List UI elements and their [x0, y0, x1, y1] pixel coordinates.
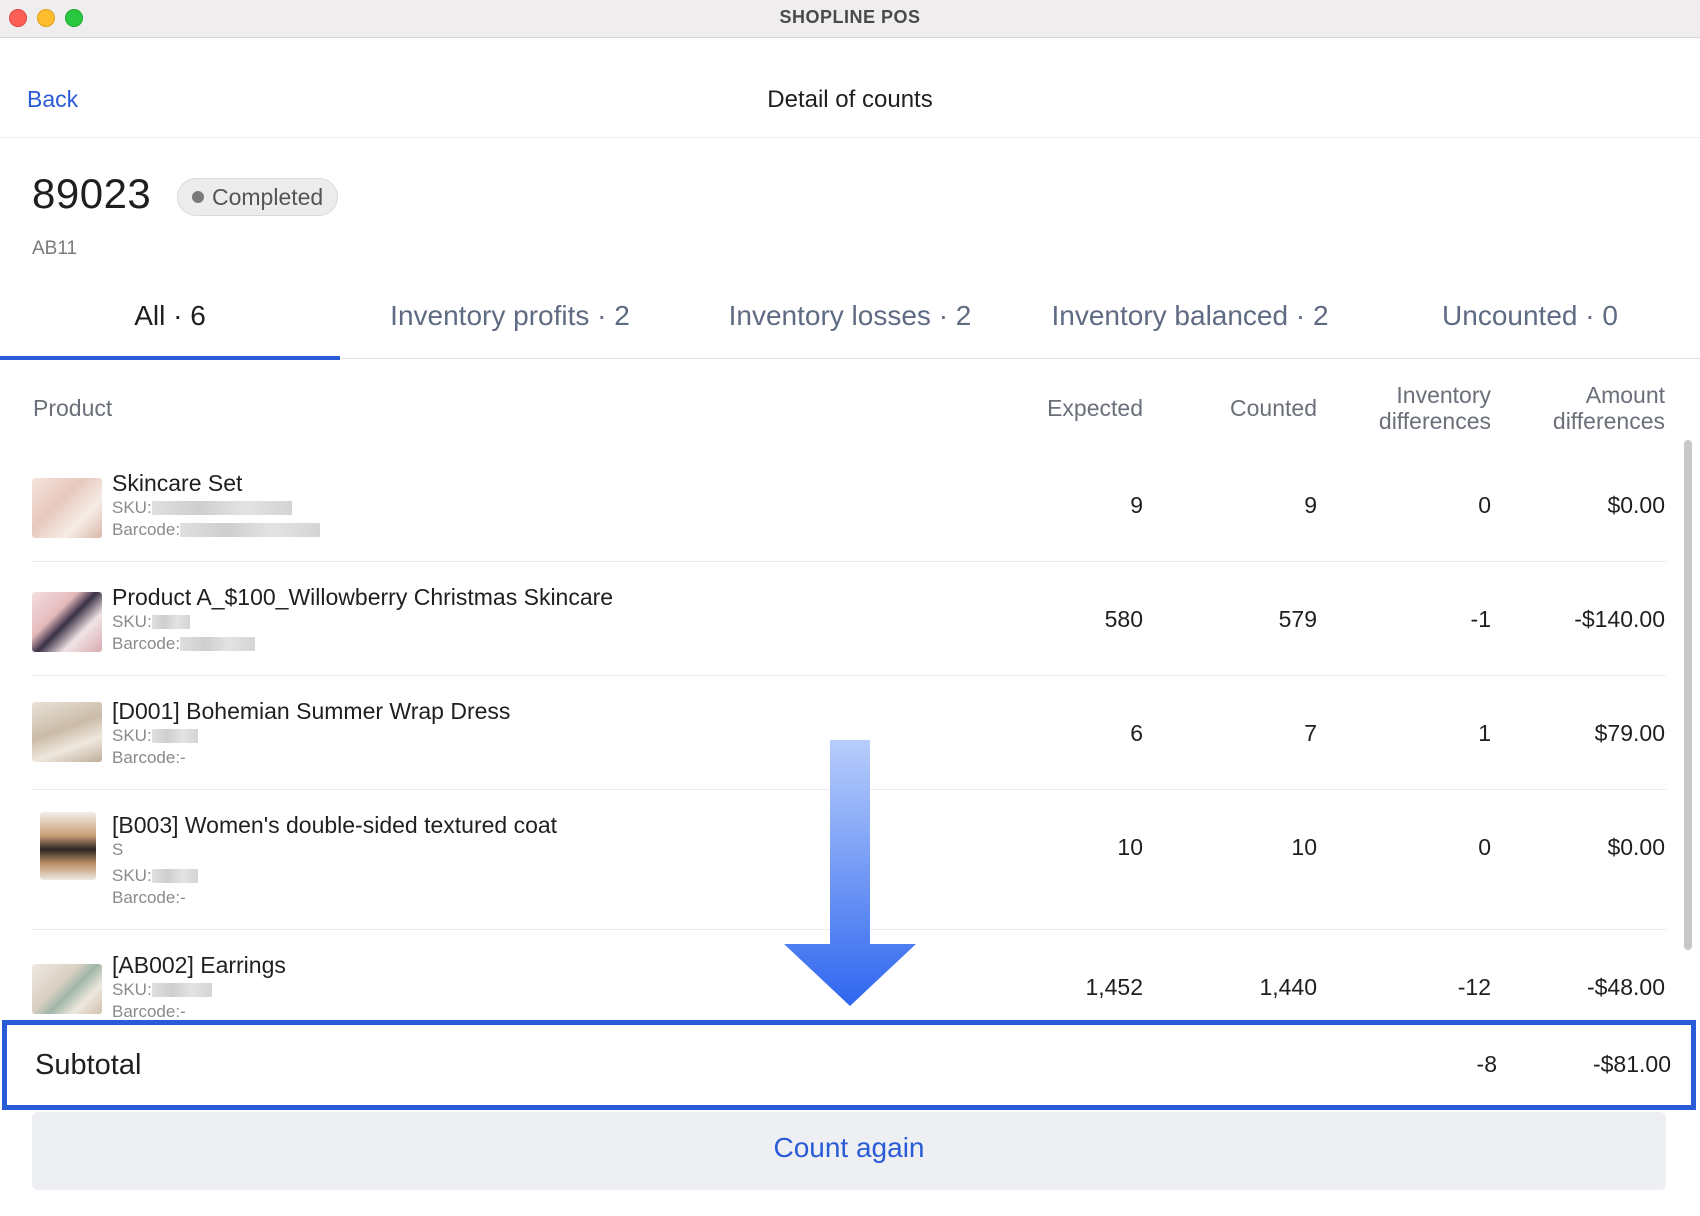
sku-redacted [151, 869, 198, 883]
expected-value: 1,452 [1085, 974, 1143, 1000]
amount-difference-value: $79.00 [1594, 720, 1665, 746]
expected-value: 10 [1117, 834, 1143, 860]
product-sku: SKU: [112, 612, 190, 632]
counted-value: 10 [1291, 834, 1317, 860]
sku-label: SKU: [112, 726, 152, 745]
counted-value: 9 [1304, 492, 1317, 518]
sku-label: SKU: [112, 866, 152, 885]
count-record-id: 89023 [32, 170, 152, 217]
column-header-product: Product [33, 395, 113, 421]
sku-redacted [151, 729, 198, 743]
product-thumbnail [32, 964, 102, 1014]
tab-all[interactable]: All · 6 [0, 285, 340, 360]
product-thumbnail [32, 702, 102, 762]
amount-difference-value: -$48.00 [1586, 974, 1665, 1000]
filter-tabs: All · 6 Inventory profits · 2 Inventory … [0, 285, 1700, 360]
subtotal-amount-difference: -$81.00 [1592, 1051, 1671, 1077]
amount-difference-value: $0.00 [1607, 834, 1665, 860]
status-badge: Completed [177, 178, 339, 216]
barcode-value: - [180, 1002, 186, 1021]
column-header-amount-differences-line1: Amount [1585, 382, 1665, 408]
product-sku: SKU: [112, 498, 292, 518]
expected-value: 580 [1104, 606, 1143, 632]
product-name: Skincare Set [112, 470, 243, 496]
window-titlebar: SHOPLINE POS [0, 0, 1700, 38]
product-sku: SKU: [112, 980, 212, 1000]
product-barcode: Barcode: - [112, 888, 186, 908]
table-scrollbar[interactable] [1684, 440, 1692, 950]
barcode-label: Barcode: [112, 634, 181, 653]
subtotal-inventory-difference: -8 [1476, 1051, 1497, 1077]
column-header-inventory-differences-line1: Inventory [1396, 382, 1491, 408]
product-barcode: Barcode: [112, 634, 256, 654]
expected-value: 9 [1130, 492, 1143, 518]
barcode-label: Barcode: [112, 1002, 181, 1021]
tab-inventory-losses[interactable]: Inventory losses · 2 [680, 285, 1020, 358]
product-name: [AB002] Earrings [112, 952, 286, 978]
inventory-difference-value: -12 [1457, 974, 1491, 1000]
subtotal-label: Subtotal [35, 1049, 142, 1081]
product-variant: S [112, 840, 124, 859]
page-header: Back Detail of counts [0, 38, 1700, 138]
inventory-difference-value: 0 [1478, 492, 1491, 518]
counted-value: 7 [1304, 720, 1317, 746]
product-thumbnail [40, 812, 96, 880]
barcode-redacted [180, 637, 256, 651]
expected-value: 6 [1130, 720, 1143, 746]
product-barcode: Barcode: [112, 520, 321, 540]
column-header-inventory-differences-line2: differences [1378, 408, 1491, 434]
product-name: [D001] Bohemian Summer Wrap Dress [112, 698, 511, 724]
status-dot-icon [192, 191, 204, 203]
table-row[interactable]: Product A_$100_Willowberry Christmas Ski… [32, 562, 1666, 676]
status-label: Completed [212, 183, 324, 210]
counted-value: 1,440 [1259, 974, 1317, 1000]
product-thumbnail [32, 592, 102, 652]
sku-label: SKU: [112, 980, 152, 999]
product-sku: SKU: [112, 866, 198, 886]
sku-redacted [151, 615, 190, 629]
product-barcode: Barcode: - [112, 748, 186, 768]
record-code: AB11 [32, 238, 78, 259]
sku-label: SKU: [112, 612, 152, 631]
column-header-inventory-differences: Inventory differences [1291, 382, 1491, 434]
barcode-label: Barcode: [112, 888, 181, 907]
tab-inventory-balanced[interactable]: Inventory balanced · 2 [1020, 285, 1360, 358]
column-header-amount-differences: Amount differences [1465, 382, 1665, 434]
sku-redacted [151, 501, 292, 515]
app-title: SHOPLINE POS [779, 7, 921, 27]
amount-difference-value: $0.00 [1607, 492, 1665, 518]
scroll-down-arrow-icon [784, 740, 916, 1006]
barcode-value: - [180, 748, 186, 767]
sku-redacted [151, 983, 212, 997]
barcode-redacted [180, 523, 321, 537]
product-thumbnail [32, 478, 102, 538]
barcode-label: Barcode: [112, 748, 181, 767]
table-row[interactable]: Skincare Set SKU: Barcode: 9 9 0 $0.00 [32, 450, 1666, 562]
product-barcode: Barcode: - [112, 1002, 186, 1022]
inventory-difference-value: 0 [1478, 834, 1491, 860]
page-title: Detail of counts [767, 86, 933, 113]
subtotal-row: Subtotal -8 -$81.00 [2, 1020, 1696, 1110]
barcode-value: - [180, 888, 186, 907]
amount-difference-value: -$140.00 [1574, 606, 1665, 632]
inventory-difference-value: -1 [1470, 606, 1491, 632]
inventory-difference-value: 1 [1478, 720, 1491, 746]
column-header-amount-differences-line2: differences [1552, 408, 1665, 434]
product-sku: SKU: [112, 726, 198, 746]
column-header-expected: Expected [1047, 395, 1143, 421]
tab-uncounted[interactable]: Uncounted · 0 [1360, 285, 1700, 358]
barcode-label: Barcode: [112, 520, 181, 539]
count-again-button[interactable]: Count again [32, 1112, 1666, 1190]
product-name: Product A_$100_Willowberry Christmas Ski… [112, 584, 614, 610]
column-header-counted: Counted [1230, 395, 1317, 421]
sku-label: SKU: [112, 498, 152, 517]
product-name: [B003] Women's double-sided textured coa… [112, 812, 558, 838]
counted-value: 579 [1278, 606, 1317, 632]
tab-inventory-profits[interactable]: Inventory profits · 2 [340, 285, 680, 358]
